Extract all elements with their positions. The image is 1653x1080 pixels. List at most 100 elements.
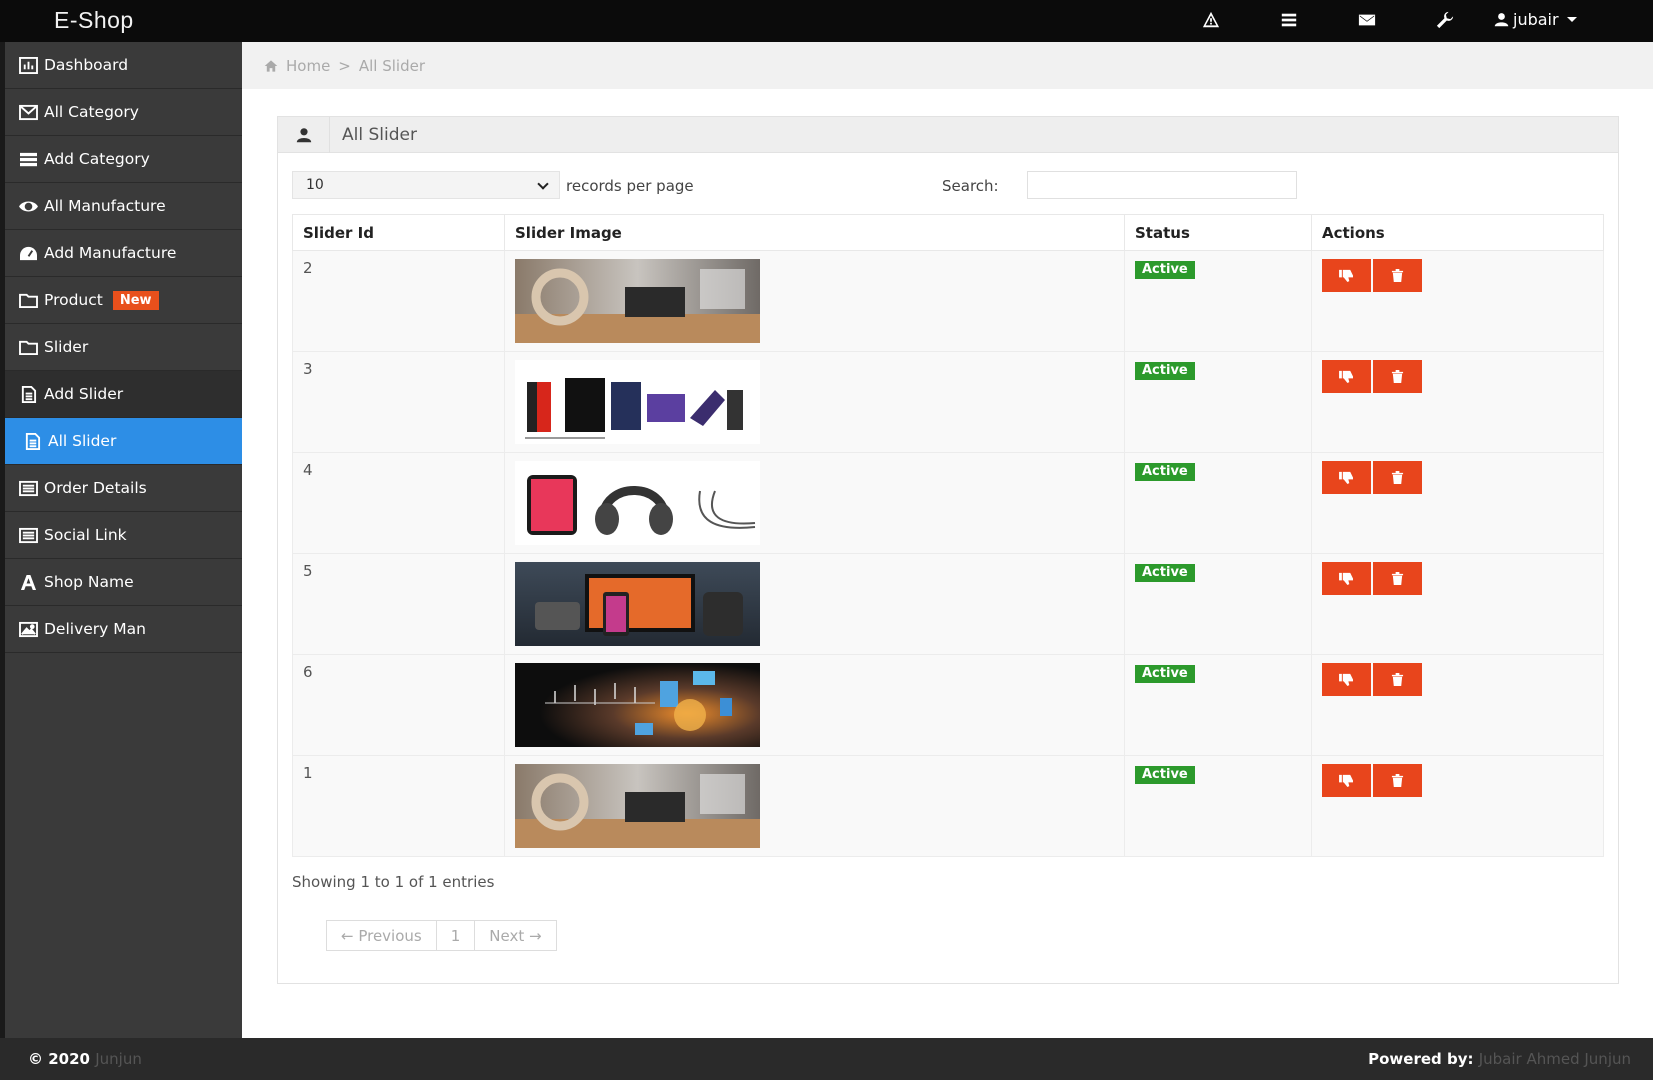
list-icon: [20, 152, 37, 166]
breadcrumb-current: All Slider: [358, 56, 426, 75]
breadcrumb-home[interactable]: Home: [286, 57, 330, 75]
trash-icon: [1391, 269, 1404, 282]
table-row: 1 Active: [292, 755, 1604, 857]
slider-thumbnail-headphones-desk[interactable]: [515, 259, 760, 343]
sidebar-item-all-slider[interactable]: All Slider: [5, 418, 242, 465]
sidebar-item-label: Delivery Man: [44, 620, 146, 638]
envelope-icon[interactable]: [1328, 11, 1406, 29]
slider-id-cell: 6: [292, 654, 505, 756]
eye-icon: [19, 201, 38, 211]
slider-id-cell: 5: [292, 553, 505, 655]
slider-thumbnail-electronics-cases[interactable]: [515, 360, 760, 444]
deactivate-button[interactable]: [1322, 360, 1371, 393]
sidebar-item-slider[interactable]: Slider: [5, 324, 242, 371]
slider-thumbnail-headphones-desk[interactable]: [515, 764, 760, 848]
dashboard-icon: [20, 246, 37, 260]
warning-icon[interactable]: [1172, 11, 1250, 29]
slider-id-cell: 2: [292, 250, 505, 352]
font-icon: [20, 574, 37, 590]
sidebar-item-all-category[interactable]: All Category: [5, 89, 242, 136]
column-header-slider-image[interactable]: Slider Image: [504, 214, 1125, 251]
user-menu[interactable]: jubair: [1494, 10, 1577, 29]
sidebar-item-add-slider[interactable]: Add Slider: [5, 371, 242, 418]
user-name: jubair: [1513, 10, 1559, 29]
powered-by-label: Powered by:: [1368, 1050, 1474, 1068]
sidebar-item-add-manufacture[interactable]: Add Manufacture: [5, 230, 242, 277]
trash-icon: [1391, 572, 1404, 585]
sidebar-item-label: Social Link: [44, 526, 127, 544]
sidebar-item-add-category[interactable]: Add Category: [5, 136, 242, 183]
thumbs-down-icon: [1339, 774, 1353, 787]
delete-button[interactable]: [1373, 461, 1422, 494]
status-cell: Active: [1124, 250, 1312, 352]
sidebar-item-label: Slider: [44, 338, 89, 356]
pagination: ← Previous 1 Next →: [326, 920, 557, 951]
actions-cell: [1311, 654, 1604, 756]
table-controls: 10 records per page Search:: [292, 171, 1602, 201]
deactivate-button[interactable]: [1322, 562, 1371, 595]
delete-button[interactable]: [1373, 562, 1422, 595]
chevron-down-icon: [1566, 17, 1577, 22]
trash-icon: [1391, 471, 1404, 484]
status-badge: Active: [1135, 665, 1195, 683]
sidebar-item-product[interactable]: Product New: [5, 277, 242, 324]
status-cell: Active: [1124, 553, 1312, 655]
column-header-slider-id[interactable]: Slider Id: [292, 214, 505, 251]
records-per-page-label: records per page: [566, 177, 694, 195]
slider-thumbnail-apple-devices[interactable]: [515, 562, 760, 646]
brand-logo[interactable]: E-Shop: [54, 7, 134, 34]
sidebar-item-dashboard[interactable]: Dashboard: [5, 42, 242, 89]
sidebar-item-social-link[interactable]: Social Link: [5, 512, 242, 559]
footer: © 2020 Junjun Powered by: Jubair Ahmed J…: [0, 1038, 1653, 1080]
tasks-icon[interactable]: [1250, 11, 1328, 29]
actions-cell: [1311, 351, 1604, 453]
previous-page-button[interactable]: ← Previous: [327, 921, 437, 950]
actions-cell: [1311, 250, 1604, 352]
delete-button[interactable]: [1373, 764, 1422, 797]
delete-button[interactable]: [1373, 360, 1422, 393]
delete-button[interactable]: [1373, 259, 1422, 292]
search-label: Search:: [942, 177, 999, 195]
slider-thumbnail-phone-headphones-earbuds[interactable]: [515, 461, 760, 545]
delete-button[interactable]: [1373, 663, 1422, 696]
deactivate-button[interactable]: [1322, 764, 1371, 797]
folder-icon: [19, 340, 38, 355]
column-header-actions[interactable]: Actions: [1311, 214, 1604, 251]
deactivate-button[interactable]: [1322, 663, 1371, 696]
copyright-name[interactable]: Junjun: [95, 1050, 142, 1068]
slider-thumbnail-digital-network[interactable]: [515, 663, 760, 747]
thumbs-down-icon: [1339, 370, 1353, 383]
slider-image-cell: [504, 654, 1125, 756]
top-navbar: E-Shop jubair: [0, 0, 1653, 42]
status-badge: Active: [1135, 261, 1195, 279]
wrench-icon[interactable]: [1406, 11, 1484, 29]
thumbs-down-icon: [1339, 673, 1353, 686]
status-cell: Active: [1124, 452, 1312, 554]
powered-by-name[interactable]: Jubair Ahmed Junjun: [1479, 1050, 1631, 1068]
table-row: 2 Active: [292, 250, 1604, 352]
sidebar-item-label: Order Details: [44, 479, 147, 497]
search-input[interactable]: [1027, 171, 1297, 199]
sidebar-item-shop-name[interactable]: Shop Name: [5, 559, 242, 606]
top-nav-icons: jubair: [1172, 10, 1577, 29]
deactivate-button[interactable]: [1322, 259, 1371, 292]
deactivate-button[interactable]: [1322, 461, 1371, 494]
records-per-page-select[interactable]: 10: [292, 171, 560, 199]
table-row: 4 Active: [292, 452, 1604, 554]
column-header-status[interactable]: Status: [1124, 214, 1312, 251]
sidebar-item-order-details[interactable]: Order Details: [5, 465, 242, 512]
table-row: 3 Active: [292, 351, 1604, 453]
actions-cell: [1311, 755, 1604, 857]
slider-table: Slider Id Slider Image Status Actions 2: [292, 214, 1604, 857]
trash-icon: [1391, 370, 1404, 383]
thumbs-down-icon: [1339, 269, 1353, 282]
next-page-button[interactable]: Next →: [475, 921, 556, 950]
page-number-button[interactable]: 1: [436, 921, 476, 950]
table-row: 5 Active: [292, 553, 1604, 655]
sidebar-item-delivery-man[interactable]: Delivery Man: [5, 606, 242, 653]
sidebar-item-all-manufacture[interactable]: All Manufacture: [5, 183, 242, 230]
bar-chart-icon: [19, 56, 38, 74]
file-icon: [21, 385, 37, 403]
records-per-page-value: 10: [306, 177, 324, 193]
sidebar-item-label: All Slider: [48, 432, 117, 450]
